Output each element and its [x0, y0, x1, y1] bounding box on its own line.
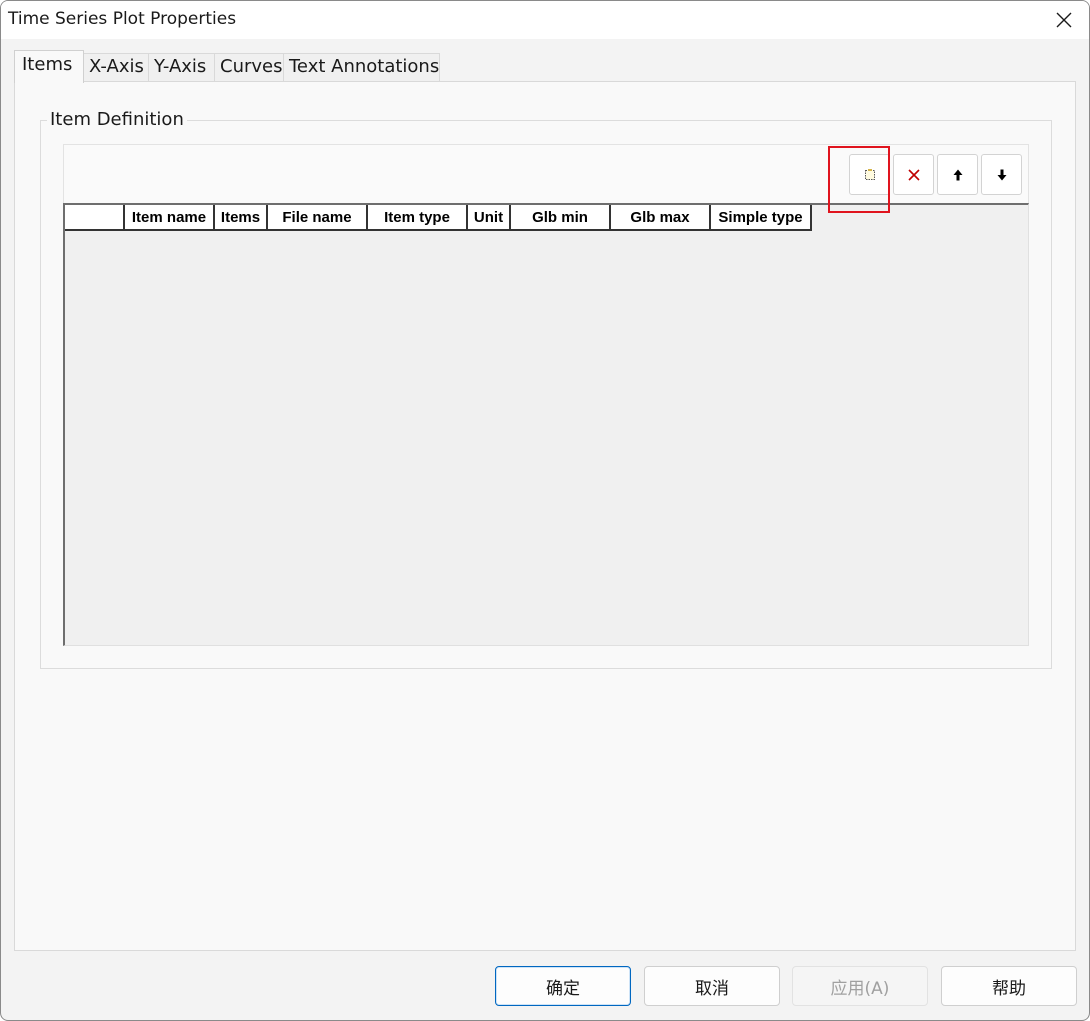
close-button[interactable] — [1039, 1, 1089, 39]
item-toolbar — [63, 144, 1029, 213]
delete-icon — [907, 168, 920, 181]
arrow-up-icon — [953, 169, 962, 180]
column-header-simple-type[interactable]: Simple type — [711, 205, 812, 231]
help-button[interactable]: 帮助 — [941, 966, 1077, 1006]
column-header-unit[interactable]: Unit — [468, 205, 511, 231]
column-header-file-name[interactable]: File name — [268, 205, 368, 231]
close-icon — [1056, 12, 1072, 28]
grid-header-row: Item name Items File name Item type Unit… — [65, 205, 812, 231]
tab-items[interactable]: Items — [14, 50, 84, 83]
move-down-button[interactable] — [981, 154, 1022, 195]
column-header-items[interactable]: Items — [215, 205, 268, 231]
tab-strip: Items X-Axis Y-Axis Curves Text Annotati… — [14, 50, 1076, 83]
delete-item-button[interactable] — [893, 154, 934, 195]
items-tab-panel: Item Definition Item name Items File nam… — [14, 81, 1076, 951]
items-grid[interactable]: Item name Items File name Item type Unit… — [63, 203, 1029, 646]
dialog-title: Time Series Plot Properties — [8, 9, 237, 29]
tab-y-axis[interactable]: Y-Axis — [148, 53, 215, 81]
apply-button[interactable]: 应用(A) — [792, 966, 928, 1006]
column-header-item-name[interactable]: Item name — [125, 205, 215, 231]
properties-dialog: Time Series Plot Properties Items X-Axis… — [0, 0, 1090, 1021]
column-header-glb-max[interactable]: Glb max — [611, 205, 711, 231]
tab-x-axis[interactable]: X-Axis — [83, 53, 149, 81]
new-item-icon — [864, 168, 875, 180]
cancel-button[interactable]: 取消 — [644, 966, 780, 1006]
tab-text-annotations[interactable]: Text Annotations — [283, 53, 440, 81]
column-header-row-selector[interactable] — [65, 205, 125, 231]
arrow-down-icon — [997, 169, 1006, 180]
item-definition-group: Item Definition Item name Items File nam… — [40, 109, 1052, 669]
tab-curves[interactable]: Curves — [214, 53, 284, 81]
move-up-button[interactable] — [937, 154, 978, 195]
column-header-glb-min[interactable]: Glb min — [511, 205, 611, 231]
new-item-button[interactable] — [849, 154, 890, 195]
ok-button[interactable]: 确定 — [495, 966, 631, 1006]
item-definition-legend: Item Definition — [47, 109, 187, 130]
title-bar: Time Series Plot Properties — [1, 1, 1089, 39]
column-header-item-type[interactable]: Item type — [368, 205, 468, 231]
